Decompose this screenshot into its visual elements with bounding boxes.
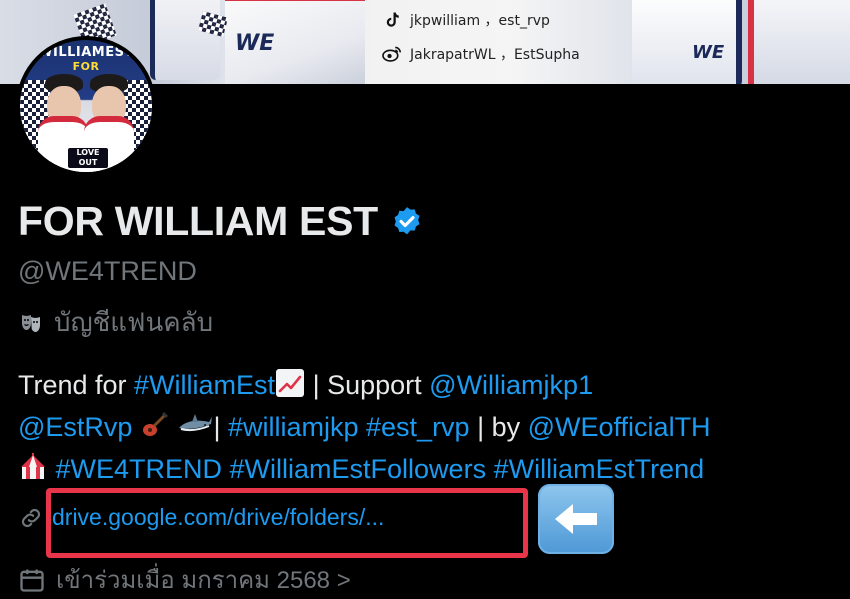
hashtag-link[interactable]: #williamjkp #est_rvp: [228, 412, 470, 442]
bio-text: Trend for: [18, 370, 135, 400]
mention-link[interactable]: @WEofficialTH: [528, 412, 711, 442]
chart-increasing-icon: [276, 369, 305, 397]
hashtag-link[interactable]: #WE4TREND #WilliamEstFollowers #WilliamE…: [48, 454, 705, 484]
bio-line-3: #WE4TREND #WilliamEstFollowers #WilliamE…: [18, 448, 848, 490]
mention-link[interactable]: @Williamjkp1: [429, 370, 593, 400]
calendar-icon: [20, 569, 44, 592]
banner-photo-right-1: WE: [632, 0, 742, 84]
joined-date-text: เข้าร่วมเมื่อ มกราคม 2568 >: [56, 567, 351, 594]
banner-social-links: jkpwilliam ，est_rvp JakrapatrWL ，EstSuph…: [372, 0, 622, 84]
mention-link[interactable]: @EstRvp: [18, 412, 132, 442]
banner-social-weibo: JakrapatrWL ，EstSupha: [382, 44, 580, 64]
shark-icon: [179, 414, 213, 431]
avatar-title-text: WILLIAMEST: [38, 45, 134, 60]
avatar-logo: LOVE OUT LOUD: [68, 148, 108, 172]
weibo-icon: [382, 44, 402, 64]
circus-tent-icon: [21, 453, 45, 479]
display-name: FOR WILLIAM EST: [18, 198, 378, 244]
hashtag-link[interactable]: #WilliamEst: [134, 370, 275, 400]
affiliation-text: บัญชีแฟนคลับ: [54, 307, 214, 337]
bio-line-1: Trend for #WilliamEst | Support @William…: [18, 364, 848, 406]
left-arrow-icon: [538, 484, 614, 554]
profile-avatar[interactable]: WILLIAMEST FOR LOVE OUT LOUD: [16, 36, 156, 176]
link-icon: [21, 508, 41, 527]
avatar-image: WILLIAMEST FOR LOVE OUT LOUD: [20, 40, 152, 172]
theater-mask-icon: [18, 310, 44, 336]
banner-social-tiktok: jkpwilliam ，est_rvp: [382, 10, 550, 30]
bio-text: |: [213, 412, 228, 442]
bio-text: | by: [469, 412, 528, 442]
verified-badge-icon[interactable]: [390, 205, 424, 239]
bio-line-2: @EstRvp | #williamjkp #est_rvp | by @WEo…: [18, 406, 848, 448]
affiliation-label[interactable]: บัญชีแฟนคลับ: [18, 302, 213, 343]
banner-social-text: JakrapatrWL ，EstSupha: [410, 47, 580, 63]
banner-photo-right-2: [748, 0, 850, 84]
joined-date-row[interactable]: เข้าร่วมเมื่อ มกราคม 2568 >: [18, 560, 351, 599]
banner-photo-center: WE: [225, 0, 365, 84]
url-highlight-annotation: [46, 488, 528, 558]
tiktok-icon: [382, 10, 402, 30]
guitar-icon: [142, 411, 169, 436]
avatar-title: WILLIAMEST FOR: [20, 46, 152, 74]
profile-bio: Trend for #WilliamEst | Support @William…: [18, 364, 848, 490]
banner-social-text: jkpwilliam ，est_rvp: [410, 13, 550, 29]
bio-text: | Support: [305, 370, 430, 400]
avatar-for-text: FOR: [72, 60, 100, 73]
profile-name-row: FOR WILLIAM EST: [18, 198, 424, 245]
profile-handle: @WE4TREND: [18, 256, 197, 286]
